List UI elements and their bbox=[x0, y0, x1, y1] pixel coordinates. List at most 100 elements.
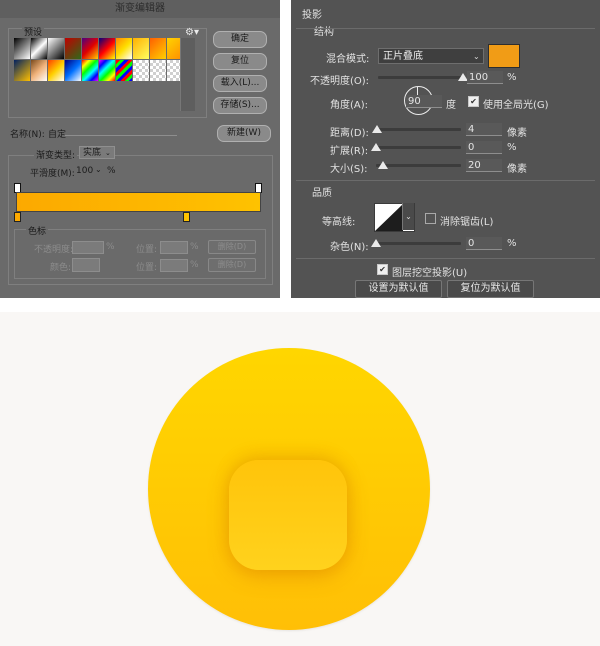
preset-swatch[interactable] bbox=[99, 38, 115, 59]
name-value[interactable]: 自定 bbox=[48, 127, 66, 140]
preset-swatch[interactable] bbox=[31, 60, 47, 81]
size-unit: 像素 bbox=[507, 164, 527, 175]
preset-swatch[interactable] bbox=[14, 38, 30, 59]
spread-slider-handle[interactable] bbox=[371, 143, 381, 151]
delete-color-stop-button: 删除(D) bbox=[208, 258, 256, 272]
opacity-slider-track[interactable] bbox=[378, 76, 463, 79]
gradient-editor-title: 渐变编辑器 bbox=[115, 3, 165, 14]
contour-label: 等高线: bbox=[322, 217, 356, 228]
noise-slider-track[interactable] bbox=[376, 242, 461, 245]
chevron-down-icon: ⌄ bbox=[105, 149, 111, 157]
reset-default-button[interactable]: 复位为默认值 bbox=[447, 280, 534, 298]
bottom-divider bbox=[296, 258, 595, 259]
stop-opacity-input bbox=[72, 241, 104, 254]
delete-opacity-stop-button: 删除(D) bbox=[208, 240, 256, 254]
stop-color-swatch bbox=[72, 258, 100, 272]
preset-swatch[interactable] bbox=[48, 38, 64, 59]
preset-swatch[interactable] bbox=[116, 60, 132, 81]
preset-swatch[interactable] bbox=[99, 60, 115, 81]
distance-slider-handle[interactable] bbox=[372, 125, 383, 133]
knockout-label: 图层挖空投影(U) bbox=[392, 268, 468, 279]
checkmark-icon: ✔ bbox=[470, 97, 477, 106]
angle-input[interactable]: 90 bbox=[406, 95, 442, 108]
chevron-down-icon[interactable]: ⌄ bbox=[95, 165, 102, 174]
presets-scrollbar[interactable] bbox=[180, 38, 195, 111]
gradient-preview-bar[interactable] bbox=[16, 192, 261, 212]
distance-unit: 像素 bbox=[507, 128, 527, 139]
preset-swatch[interactable] bbox=[116, 38, 132, 59]
distance-input[interactable]: 4 bbox=[466, 123, 502, 136]
gradient-type-select[interactable]: 实底 ⌄ bbox=[79, 146, 115, 159]
size-slider-handle[interactable] bbox=[377, 161, 388, 169]
color-stops-label: 色标 bbox=[26, 224, 49, 237]
smoothness-label: 平滑度(M): bbox=[30, 169, 75, 179]
preset-swatch[interactable] bbox=[133, 60, 149, 81]
contour-curve-icon bbox=[375, 204, 403, 231]
ok-button[interactable]: 确定 bbox=[213, 31, 267, 48]
stop-opacity-label: 不透明度: bbox=[34, 245, 74, 255]
color-stop-right[interactable] bbox=[183, 212, 190, 222]
noise-slider-handle[interactable] bbox=[371, 239, 381, 247]
size-input[interactable]: 20 bbox=[466, 159, 502, 172]
new-button[interactable]: 新建(W) bbox=[217, 125, 271, 142]
drop-shadow-title: 投影 bbox=[302, 10, 322, 21]
rounded-square-shape bbox=[229, 460, 347, 570]
chevron-down-icon[interactable]: ⌄ bbox=[473, 52, 480, 61]
make-default-button[interactable]: 设置为默认值 bbox=[355, 280, 442, 298]
stop-opacity-unit: % bbox=[106, 242, 115, 252]
preset-swatch[interactable] bbox=[133, 38, 149, 59]
knockout-checkbox[interactable]: ✔ bbox=[377, 264, 388, 275]
gear-icon[interactable]: ⚙▾ bbox=[185, 27, 199, 38]
stop-color-label: 颜色: bbox=[50, 263, 72, 273]
smoothness-value[interactable]: 100 bbox=[76, 166, 93, 176]
preset-swatch[interactable] bbox=[82, 38, 98, 59]
distance-label: 距离(D): bbox=[330, 128, 369, 139]
preset-swatch[interactable] bbox=[31, 38, 47, 59]
preset-swatch[interactable] bbox=[150, 38, 166, 59]
stop-color-location-unit: % bbox=[190, 260, 199, 270]
blend-mode-select[interactable]: 正片叠底 bbox=[378, 48, 484, 64]
load-button[interactable]: 载入(L)... bbox=[213, 75, 267, 92]
spread-input[interactable]: 0 bbox=[466, 141, 502, 154]
name-field-underline bbox=[65, 135, 177, 136]
preset-swatch[interactable] bbox=[14, 60, 30, 81]
stop-opacity-location-unit: % bbox=[190, 242, 199, 252]
smoothness-unit: % bbox=[107, 166, 116, 176]
color-stop-left[interactable] bbox=[14, 212, 21, 222]
distance-slider-track[interactable] bbox=[376, 128, 461, 131]
angle-label: 角度(A): bbox=[330, 100, 369, 111]
reset-button[interactable]: 复位 bbox=[213, 53, 267, 70]
save-button[interactable]: 存储(S)... bbox=[213, 97, 267, 114]
preset-swatch[interactable] bbox=[48, 60, 64, 81]
spread-unit: % bbox=[507, 142, 517, 153]
preset-swatch[interactable] bbox=[150, 60, 166, 81]
preset-swatch[interactable] bbox=[82, 60, 98, 81]
gradient-type-value: 实底 bbox=[83, 148, 102, 158]
global-light-checkbox[interactable]: ✔ bbox=[468, 96, 479, 107]
size-slider-track[interactable] bbox=[376, 164, 461, 167]
global-light-label: 使用全局光(G) bbox=[483, 100, 549, 111]
preset-swatch[interactable] bbox=[65, 60, 81, 81]
noise-label: 杂色(N): bbox=[330, 242, 369, 253]
opacity-unit: % bbox=[507, 72, 517, 83]
noise-unit: % bbox=[507, 238, 517, 249]
angle-unit: 度 bbox=[446, 100, 456, 111]
chevron-down-icon[interactable]: ⌄ bbox=[402, 203, 414, 230]
gradient-editor-titlebar: 渐变编辑器 bbox=[0, 0, 280, 18]
stop-opacity-location-label: 位置: bbox=[136, 245, 158, 255]
stop-opacity-location-input bbox=[160, 241, 188, 254]
structure-divider bbox=[296, 28, 595, 29]
name-label: 名称(N): bbox=[10, 130, 45, 140]
checkmark-icon: ✔ bbox=[379, 265, 386, 274]
structure-label: 结构 bbox=[312, 23, 336, 38]
quality-divider bbox=[296, 180, 595, 181]
anti-alias-checkbox[interactable] bbox=[425, 213, 436, 224]
preset-swatch-grid[interactable] bbox=[14, 38, 183, 82]
opacity-input[interactable]: 100 bbox=[467, 71, 503, 84]
preset-swatch[interactable] bbox=[65, 38, 81, 59]
anti-alias-label: 消除锯齿(L) bbox=[440, 217, 494, 228]
shadow-color-swatch[interactable] bbox=[488, 44, 520, 68]
spread-slider-track[interactable] bbox=[376, 146, 461, 149]
noise-input[interactable]: 0 bbox=[466, 237, 502, 250]
stop-color-location-label: 位置: bbox=[136, 263, 158, 273]
